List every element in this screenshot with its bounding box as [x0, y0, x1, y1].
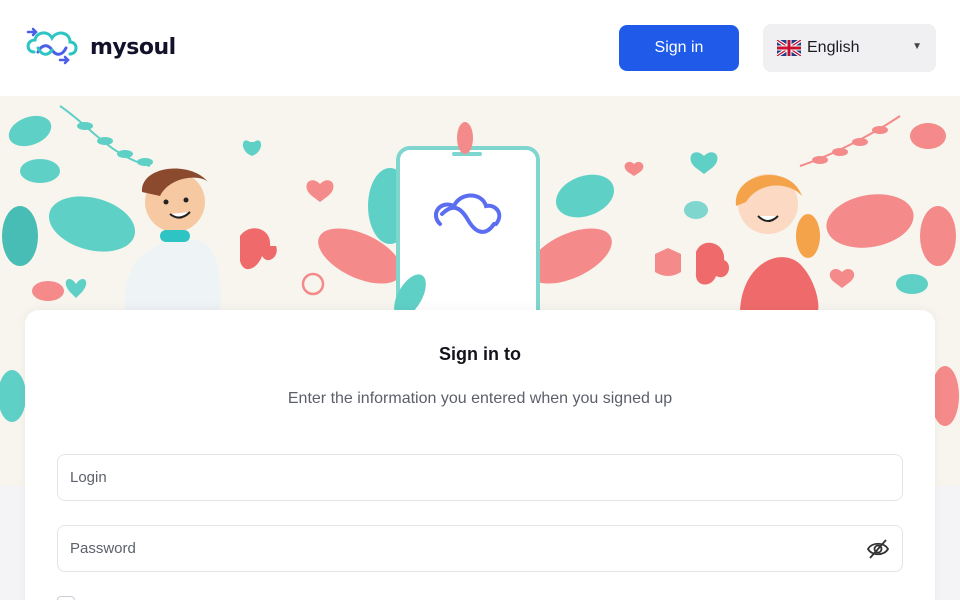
eye-off-icon[interactable]: [866, 538, 890, 560]
page-subtitle: Enter the information you entered when y…: [287, 390, 673, 407]
login-field[interactable]: Login: [57, 454, 903, 501]
language-select[interactable]: English ▼: [763, 24, 936, 72]
uk-flag-icon: [777, 40, 801, 56]
password-field[interactable]: Password: [57, 525, 903, 572]
remember-me-checkbox[interactable]: [57, 596, 75, 600]
brand-logo[interactable]: mysoul: [24, 26, 176, 68]
sign-in-card: Sign in to Enter the information you ent…: [25, 310, 935, 600]
cloud-infinity-logo-icon: [26, 27, 78, 65]
language-label: English: [807, 39, 860, 56]
password-label: Password: [70, 540, 136, 557]
login-label: Login: [70, 469, 107, 486]
brand-name: mysoul: [90, 34, 176, 60]
top-header: mysoul Sign in English ▼: [0, 0, 960, 96]
sign-in-button[interactable]: Sign in: [619, 25, 739, 71]
chevron-down-icon: ▼: [912, 41, 922, 52]
page-title: Sign in to: [439, 344, 521, 364]
